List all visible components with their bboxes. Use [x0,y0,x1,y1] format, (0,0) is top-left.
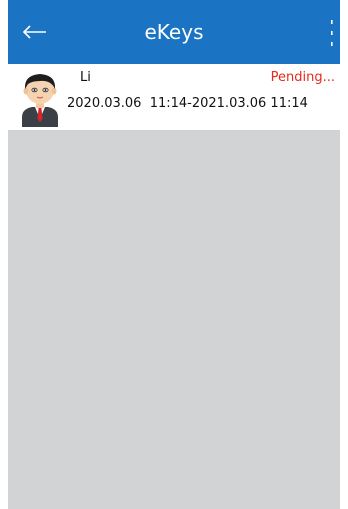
ekey-list: Li Pending... 2020.03.06 11:14-2021.03.0… [8,64,340,509]
ekey-status-badge: Pending... [270,70,335,85]
ekey-validity-period: 2020.03.06 11:14-2021.03.06 11:14 [67,96,308,111]
ekey-list-item[interactable]: Li Pending... 2020.03.06 11:14-2021.03.0… [8,64,340,130]
arrow-left-icon [22,25,46,39]
more-vertical-icon [331,20,333,46]
more-menu-button[interactable] [326,16,338,50]
back-button[interactable] [18,15,52,49]
app-bar: eKeys [8,0,340,64]
user-avatar-icon [16,67,64,127]
page-title: eKeys [144,20,204,44]
ekey-user-name: Li [80,70,91,85]
ekeys-screen: eKeys Li Pending... 2020.03.06 11:14-202… [0,0,348,509]
